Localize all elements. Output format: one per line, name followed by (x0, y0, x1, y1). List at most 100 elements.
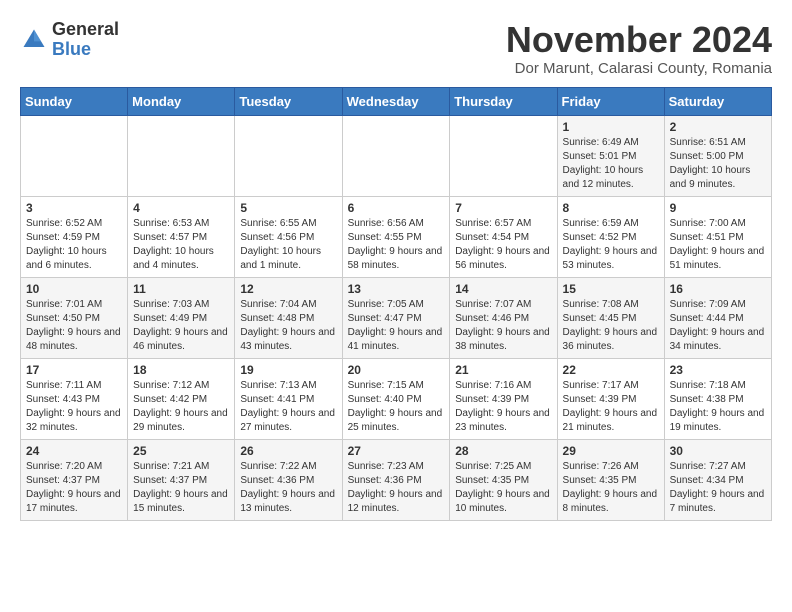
calendar-cell: 21 Sunrise: 7:16 AM Sunset: 4:39 PM Dayli… (450, 358, 557, 439)
col-header-friday: Friday (557, 87, 664, 115)
calendar-cell: 22 Sunrise: 7:17 AM Sunset: 4:39 PM Dayli… (557, 358, 664, 439)
calendar-cell: 28 Sunrise: 7:25 AM Sunset: 4:35 PM Dayli… (450, 439, 557, 520)
day-info: Sunrise: 6:53 AM Sunset: 4:57 PM Dayligh… (133, 217, 229, 273)
calendar-cell: 9 Sunrise: 7:00 AM Sunset: 4:51 PM Daylig… (664, 196, 771, 277)
day-number: 25 (133, 444, 229, 458)
day-info: Sunrise: 7:04 AM Sunset: 4:48 PM Dayligh… (240, 298, 336, 354)
calendar-cell: 30Sunrise: 7:27 AM Sunset: 4:34 PM Dayli… (664, 439, 771, 520)
day-number: 29 (563, 444, 659, 458)
day-number: 4 (133, 201, 229, 215)
calendar-cell: 27 Sunrise: 7:23 AM Sunset: 4:36 PM Dayli… (342, 439, 450, 520)
day-number: 8 (563, 201, 659, 215)
day-info: Sunrise: 7:03 AM Sunset: 4:49 PM Dayligh… (133, 298, 229, 354)
day-info: Sunrise: 7:25 AM Sunset: 4:35 PM Dayligh… (455, 460, 551, 516)
day-info: Sunrise: 7:26 AM Sunset: 4:35 PM Dayligh… (563, 460, 659, 516)
calendar-cell: 3 Sunrise: 6:52 AM Sunset: 4:59 PM Daylig… (21, 196, 128, 277)
calendar-header-row: SundayMondayTuesdayWednesdayThursdayFrid… (21, 87, 772, 115)
day-info: Sunrise: 6:52 AM Sunset: 4:59 PM Dayligh… (26, 217, 122, 273)
calendar-cell: 13 Sunrise: 7:05 AM Sunset: 4:47 PM Dayli… (342, 277, 450, 358)
day-number: 1 (563, 120, 659, 134)
calendar-cell: 7 Sunrise: 6:57 AM Sunset: 4:54 PM Daylig… (450, 196, 557, 277)
day-info: Sunrise: 7:05 AM Sunset: 4:47 PM Dayligh… (348, 298, 445, 354)
calendar-cell (450, 115, 557, 196)
logo: General Blue (20, 20, 119, 60)
calendar-cell: 2 Sunrise: 6:51 AM Sunset: 5:00 PM Daylig… (664, 115, 771, 196)
calendar-cell: 24 Sunrise: 7:20 AM Sunset: 4:37 PM Dayli… (21, 439, 128, 520)
day-info: Sunrise: 7:15 AM Sunset: 4:40 PM Dayligh… (348, 379, 445, 435)
calendar-cell (21, 115, 128, 196)
day-info: Sunrise: 7:07 AM Sunset: 4:46 PM Dayligh… (455, 298, 551, 354)
col-header-thursday: Thursday (450, 87, 557, 115)
day-number: 12 (240, 282, 336, 296)
day-number: 26 (240, 444, 336, 458)
calendar-cell (128, 115, 235, 196)
day-info: Sunrise: 7:16 AM Sunset: 4:39 PM Dayligh… (455, 379, 551, 435)
day-info: Sunrise: 7:17 AM Sunset: 4:39 PM Dayligh… (563, 379, 659, 435)
day-info: Sunrise: 6:55 AM Sunset: 4:56 PM Dayligh… (240, 217, 336, 273)
col-header-tuesday: Tuesday (235, 87, 342, 115)
day-number: 28 (455, 444, 551, 458)
calendar-cell: 1Sunrise: 6:49 AM Sunset: 5:01 PM Daylig… (557, 115, 664, 196)
month-title: November 2024 (506, 20, 772, 60)
calendar-week-row: 1Sunrise: 6:49 AM Sunset: 5:01 PM Daylig… (21, 115, 772, 196)
day-number: 20 (348, 363, 445, 377)
calendar-cell: 8 Sunrise: 6:59 AM Sunset: 4:52 PM Daylig… (557, 196, 664, 277)
day-number: 19 (240, 363, 336, 377)
day-number: 22 (563, 363, 659, 377)
calendar-cell: 15Sunrise: 7:08 AM Sunset: 4:45 PM Dayli… (557, 277, 664, 358)
day-number: 27 (348, 444, 445, 458)
calendar-cell (235, 115, 342, 196)
logo-general-text: General (52, 20, 119, 40)
location-subtitle: Dor Marunt, Calarasi County, Romania (506, 60, 772, 77)
day-info: Sunrise: 7:20 AM Sunset: 4:37 PM Dayligh… (26, 460, 122, 516)
day-number: 11 (133, 282, 229, 296)
calendar-cell: 25 Sunrise: 7:21 AM Sunset: 4:37 PM Dayli… (128, 439, 235, 520)
day-info: Sunrise: 6:57 AM Sunset: 4:54 PM Dayligh… (455, 217, 551, 273)
day-info: Sunrise: 7:01 AM Sunset: 4:50 PM Dayligh… (26, 298, 122, 354)
day-info: Sunrise: 7:21 AM Sunset: 4:37 PM Dayligh… (133, 460, 229, 516)
calendar-cell: 6Sunrise: 6:56 AM Sunset: 4:55 PM Daylig… (342, 196, 450, 277)
title-block: November 2024 Dor Marunt, Calarasi Count… (506, 20, 772, 77)
day-number: 3 (26, 201, 122, 215)
col-header-wednesday: Wednesday (342, 87, 450, 115)
calendar-cell: 14 Sunrise: 7:07 AM Sunset: 4:46 PM Dayli… (450, 277, 557, 358)
calendar-table: SundayMondayTuesdayWednesdayThursdayFrid… (20, 87, 772, 521)
day-info: Sunrise: 7:12 AM Sunset: 4:42 PM Dayligh… (133, 379, 229, 435)
day-info: Sunrise: 7:09 AM Sunset: 4:44 PM Dayligh… (670, 298, 766, 354)
day-info: Sunrise: 6:59 AM Sunset: 4:52 PM Dayligh… (563, 217, 659, 273)
day-info: Sunrise: 7:27 AM Sunset: 4:34 PM Dayligh… (670, 460, 766, 516)
calendar-week-row: 10 Sunrise: 7:01 AM Sunset: 4:50 PM Dayli… (21, 277, 772, 358)
day-number: 7 (455, 201, 551, 215)
calendar-week-row: 3 Sunrise: 6:52 AM Sunset: 4:59 PM Daylig… (21, 196, 772, 277)
calendar-cell: 20 Sunrise: 7:15 AM Sunset: 4:40 PM Dayli… (342, 358, 450, 439)
col-header-saturday: Saturday (664, 87, 771, 115)
calendar-cell: 12 Sunrise: 7:04 AM Sunset: 4:48 PM Dayli… (235, 277, 342, 358)
calendar-cell: 18 Sunrise: 7:12 AM Sunset: 4:42 PM Dayli… (128, 358, 235, 439)
day-info: Sunrise: 7:13 AM Sunset: 4:41 PM Dayligh… (240, 379, 336, 435)
calendar-cell: 26 Sunrise: 7:22 AM Sunset: 4:36 PM Dayli… (235, 439, 342, 520)
day-number: 18 (133, 363, 229, 377)
day-number: 14 (455, 282, 551, 296)
day-number: 13 (348, 282, 445, 296)
page-header: General Blue November 2024 Dor Marunt, C… (20, 20, 772, 77)
day-number: 16 (670, 282, 766, 296)
day-info: Sunrise: 7:22 AM Sunset: 4:36 PM Dayligh… (240, 460, 336, 516)
calendar-cell: 19 Sunrise: 7:13 AM Sunset: 4:41 PM Dayli… (235, 358, 342, 439)
calendar-cell: 11 Sunrise: 7:03 AM Sunset: 4:49 PM Dayli… (128, 277, 235, 358)
logo-icon (20, 26, 48, 54)
day-info: Sunrise: 7:00 AM Sunset: 4:51 PM Dayligh… (670, 217, 766, 273)
day-number: 9 (670, 201, 766, 215)
day-info: Sunrise: 7:23 AM Sunset: 4:36 PM Dayligh… (348, 460, 445, 516)
day-number: 2 (670, 120, 766, 134)
calendar-week-row: 24 Sunrise: 7:20 AM Sunset: 4:37 PM Dayli… (21, 439, 772, 520)
day-number: 10 (26, 282, 122, 296)
day-number: 5 (240, 201, 336, 215)
day-info: Sunrise: 6:51 AM Sunset: 5:00 PM Dayligh… (670, 136, 766, 192)
day-info: Sunrise: 6:56 AM Sunset: 4:55 PM Dayligh… (348, 217, 445, 273)
day-info: Sunrise: 7:11 AM Sunset: 4:43 PM Dayligh… (26, 379, 122, 435)
col-header-monday: Monday (128, 87, 235, 115)
calendar-cell: 5 Sunrise: 6:55 AM Sunset: 4:56 PM Daylig… (235, 196, 342, 277)
day-number: 21 (455, 363, 551, 377)
calendar-cell: 10 Sunrise: 7:01 AM Sunset: 4:50 PM Dayli… (21, 277, 128, 358)
day-number: 24 (26, 444, 122, 458)
